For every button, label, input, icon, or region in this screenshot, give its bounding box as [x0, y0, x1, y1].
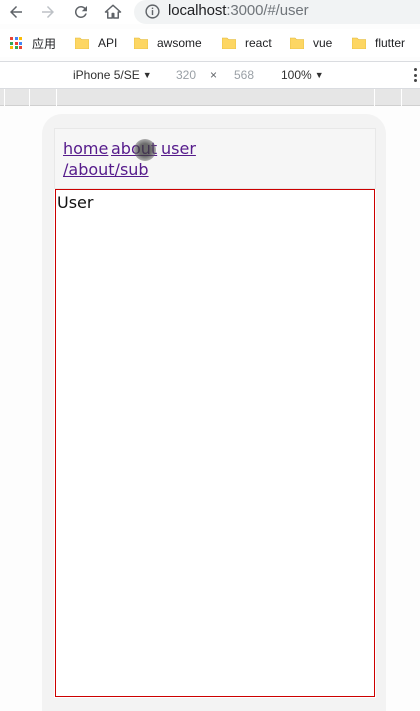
- bookmark-label: API: [98, 36, 118, 50]
- arrow-left-icon: [10, 6, 22, 18]
- folder-icon: [352, 37, 366, 49]
- bookmark-label: react: [245, 36, 272, 50]
- folder-icon: [134, 37, 148, 49]
- folder-icon: [222, 37, 236, 49]
- media-query-ruler[interactable]: [0, 89, 420, 106]
- more-options-icon[interactable]: [414, 68, 418, 82]
- home-icon: [104, 4, 122, 19]
- device-select[interactable]: iPhone 5/SE ▼: [73, 68, 152, 82]
- touch-cursor-icon: [134, 139, 156, 161]
- bookmarks-bar: 应用 API awsome react vue flutter: [0, 29, 420, 57]
- home-button[interactable]: [102, 1, 124, 23]
- bookmark-label: flutter: [375, 36, 406, 50]
- bookmark-flutter[interactable]: flutter: [352, 34, 405, 52]
- forward-button[interactable]: [37, 1, 59, 23]
- reload-button[interactable]: [70, 1, 92, 23]
- info-icon[interactable]: [144, 3, 161, 20]
- reload-icon: [74, 5, 87, 18]
- address-bar[interactable]: localhost:3000/#/user: [134, 0, 420, 24]
- arrow-right-icon: [42, 6, 54, 18]
- apps-grid-icon: [10, 37, 22, 49]
- browser-toolbar: localhost:3000/#/user: [0, 0, 420, 24]
- times-sign: ×: [210, 68, 218, 82]
- bookmark-vue[interactable]: vue: [290, 34, 332, 52]
- caret-down-icon: ▼: [314, 70, 324, 80]
- nav-link-user[interactable]: user: [161, 139, 196, 158]
- nav-link-about-sub[interactable]: /about/sub: [63, 160, 149, 179]
- bookmark-label: awsome: [157, 36, 202, 50]
- router-view: User: [55, 189, 375, 697]
- bookmark-api[interactable]: API: [75, 34, 117, 52]
- caret-down-icon: ▼: [142, 70, 152, 80]
- device-name: iPhone 5/SE: [73, 68, 140, 82]
- height-input[interactable]: 568: [234, 68, 254, 82]
- app-nav: [54, 128, 376, 189]
- bookmark-apps[interactable]: 应用: [10, 34, 56, 52]
- bookmark-label: vue: [313, 36, 333, 50]
- device-toolbar: iPhone 5/SE ▼ 320 × 568 100% ▼: [0, 61, 420, 89]
- user-view-text: User: [57, 193, 94, 212]
- url-path: :3000/#/user: [226, 2, 309, 19]
- width-input[interactable]: 320: [176, 68, 196, 82]
- folder-icon: [290, 37, 304, 49]
- url-host: localhost: [168, 2, 227, 19]
- bookmark-react[interactable]: react: [222, 34, 272, 52]
- folder-icon: [75, 37, 89, 49]
- url-text: localhost:3000/#/user: [168, 2, 309, 19]
- bookmark-apps-label: 应用: [32, 36, 57, 51]
- zoom-select[interactable]: 100% ▼: [281, 68, 324, 82]
- nav-link-home[interactable]: home: [63, 139, 108, 158]
- zoom-value: 100%: [281, 68, 312, 82]
- back-button[interactable]: [5, 1, 27, 23]
- bookmark-awsome[interactable]: awsome: [134, 34, 202, 52]
